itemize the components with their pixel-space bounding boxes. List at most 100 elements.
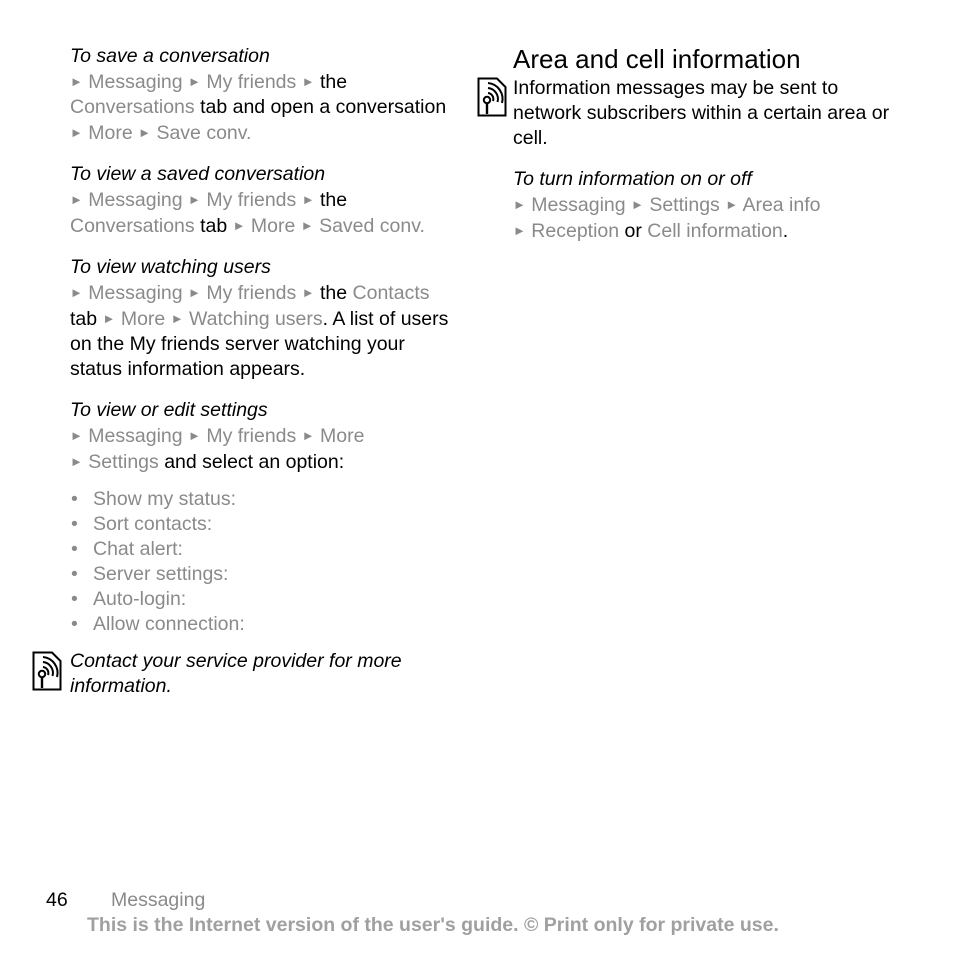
menu-item: Contacts xyxy=(352,282,430,304)
arrow-right-icon: ► xyxy=(70,125,83,140)
section-view-watching: To view watching users ► Messaging ► My … xyxy=(70,255,455,382)
bullet-icon: • xyxy=(71,488,78,510)
page-number: 46 xyxy=(46,889,68,911)
operator-note: Contact your service provider for more i… xyxy=(70,649,455,699)
option-label: Sort contacts: xyxy=(93,513,213,535)
menu-item: More xyxy=(88,122,133,144)
option-label: Show my status: xyxy=(93,488,237,510)
list-item: • Sort contacts: xyxy=(70,512,455,537)
instruction-path: ► Messaging ► Settings ► Area info ► Rec… xyxy=(513,192,893,244)
page-title: Area and cell information xyxy=(513,44,801,74)
text: . xyxy=(782,220,789,242)
arrow-right-icon: ► xyxy=(301,428,315,443)
arrow-right-icon: ► xyxy=(188,285,201,300)
arrow-right-icon: ► xyxy=(232,218,246,233)
arrow-right-icon: ► xyxy=(300,218,314,233)
arrow-right-icon: ► xyxy=(70,428,83,443)
menu-item: More xyxy=(120,308,166,330)
arrow-right-icon: ► xyxy=(725,197,739,212)
arrow-right-icon: ► xyxy=(138,125,152,140)
option-label: Server settings: xyxy=(93,563,229,585)
arrow-right-icon: ► xyxy=(70,74,83,89)
arrow-right-icon: ► xyxy=(70,454,83,469)
menu-item: Messaging xyxy=(88,71,183,93)
settings-options-list: • Show my status: • Sort contacts: • Chat a… xyxy=(70,487,455,637)
arrow-right-icon: ► xyxy=(70,285,83,300)
intro-note: Information messages may be sent to netw… xyxy=(513,76,893,151)
instruction-path: ► Messaging ► My friends ► the Contacts … xyxy=(70,280,455,382)
menu-item: My friends xyxy=(206,282,297,304)
text: the xyxy=(320,189,348,211)
arrow-right-icon: ► xyxy=(301,285,315,300)
menu-item: My friends xyxy=(206,425,297,447)
section-heading: To view or edit settings xyxy=(70,399,268,421)
section-edit-settings: To view or edit settings ► Messaging ► M… xyxy=(70,398,455,475)
arrow-right-icon: ► xyxy=(170,311,184,326)
text: tab xyxy=(70,308,98,330)
right-column: Area and cell information Information me… xyxy=(513,44,893,260)
text: or xyxy=(624,220,642,242)
left-column: To save a conversation ► Messaging ► My … xyxy=(70,44,455,699)
menu-item: Area info xyxy=(742,194,821,216)
arrow-right-icon: ► xyxy=(513,197,526,212)
option-label: Allow connection: xyxy=(93,613,245,635)
list-item: • Allow connection: xyxy=(70,612,455,637)
text: the xyxy=(320,71,348,93)
instruction-path: ► Messaging ► My friends ► the Conversat… xyxy=(70,69,455,146)
bullet-icon: • xyxy=(71,513,78,535)
list-item: • Show my status: xyxy=(70,487,455,512)
list-item: • Server settings: xyxy=(70,562,455,587)
text: and select an option: xyxy=(164,451,345,473)
menu-item: Watching users xyxy=(188,308,323,330)
arrow-right-icon: ► xyxy=(301,74,315,89)
menu-item: Messaging xyxy=(88,189,183,211)
section-save-conversation: To save a conversation ► Messaging ► My … xyxy=(70,44,455,146)
section-view-saved: To view a saved conversation ► Messaging… xyxy=(70,162,455,239)
menu-item: Reception xyxy=(531,220,620,242)
footer-section-name: Messaging xyxy=(111,889,206,911)
option-label: Chat alert: xyxy=(93,538,183,560)
menu-item: Settings xyxy=(88,451,159,473)
section-heading: To turn information on or off xyxy=(513,168,752,190)
arrow-right-icon: ► xyxy=(188,74,201,89)
menu-item: Messaging xyxy=(88,282,183,304)
list-item: • Auto-login: xyxy=(70,587,455,612)
arrow-right-icon: ► xyxy=(188,428,201,443)
menu-item: My friends xyxy=(206,71,297,93)
menu-item: Settings xyxy=(649,194,720,216)
arrow-right-icon: ► xyxy=(301,192,315,207)
arrow-right-icon: ► xyxy=(513,223,526,238)
bullet-icon: • xyxy=(71,563,78,585)
instruction-path: ► Messaging ► My friends ► the Conversat… xyxy=(70,187,455,239)
arrow-right-icon: ► xyxy=(188,192,201,207)
bullet-icon: • xyxy=(71,588,78,610)
arrow-right-icon: ► xyxy=(102,311,116,326)
instruction-path: ► Messaging ► My friends ► More ► Settin… xyxy=(70,423,455,475)
menu-item: More xyxy=(250,215,296,237)
section-heading: To view a saved conversation xyxy=(70,163,326,185)
menu-item: Conversations xyxy=(70,96,195,118)
menu-item: Messaging xyxy=(531,194,626,216)
menu-item: Messaging xyxy=(88,425,183,447)
note-text: Contact your service provider for more i… xyxy=(70,650,402,697)
menu-item: Cell information xyxy=(647,220,783,242)
text: the xyxy=(320,282,348,304)
operator-service-icon xyxy=(477,77,507,117)
bullet-icon: • xyxy=(71,613,78,635)
list-item: • Chat alert: xyxy=(70,537,455,562)
menu-item: Save conv. xyxy=(156,122,252,144)
section-heading: To view watching users xyxy=(70,256,271,278)
menu-item: More xyxy=(320,425,365,447)
text: tab and open a conversation xyxy=(200,96,447,118)
arrow-right-icon: ► xyxy=(631,197,644,212)
footer-disclaimer: This is the Internet version of the user… xyxy=(87,914,779,936)
section-heading: To save a conversation xyxy=(70,45,270,67)
text: tab xyxy=(200,215,228,237)
arrow-right-icon: ► xyxy=(70,192,83,207)
menu-item: Saved conv. xyxy=(319,215,425,237)
operator-service-icon xyxy=(32,651,62,691)
bullet-icon: • xyxy=(71,538,78,560)
menu-item: Conversations xyxy=(70,215,195,237)
menu-item: My friends xyxy=(206,189,297,211)
section-turn-on-off: To turn information on or off ► Messagin… xyxy=(513,167,893,244)
